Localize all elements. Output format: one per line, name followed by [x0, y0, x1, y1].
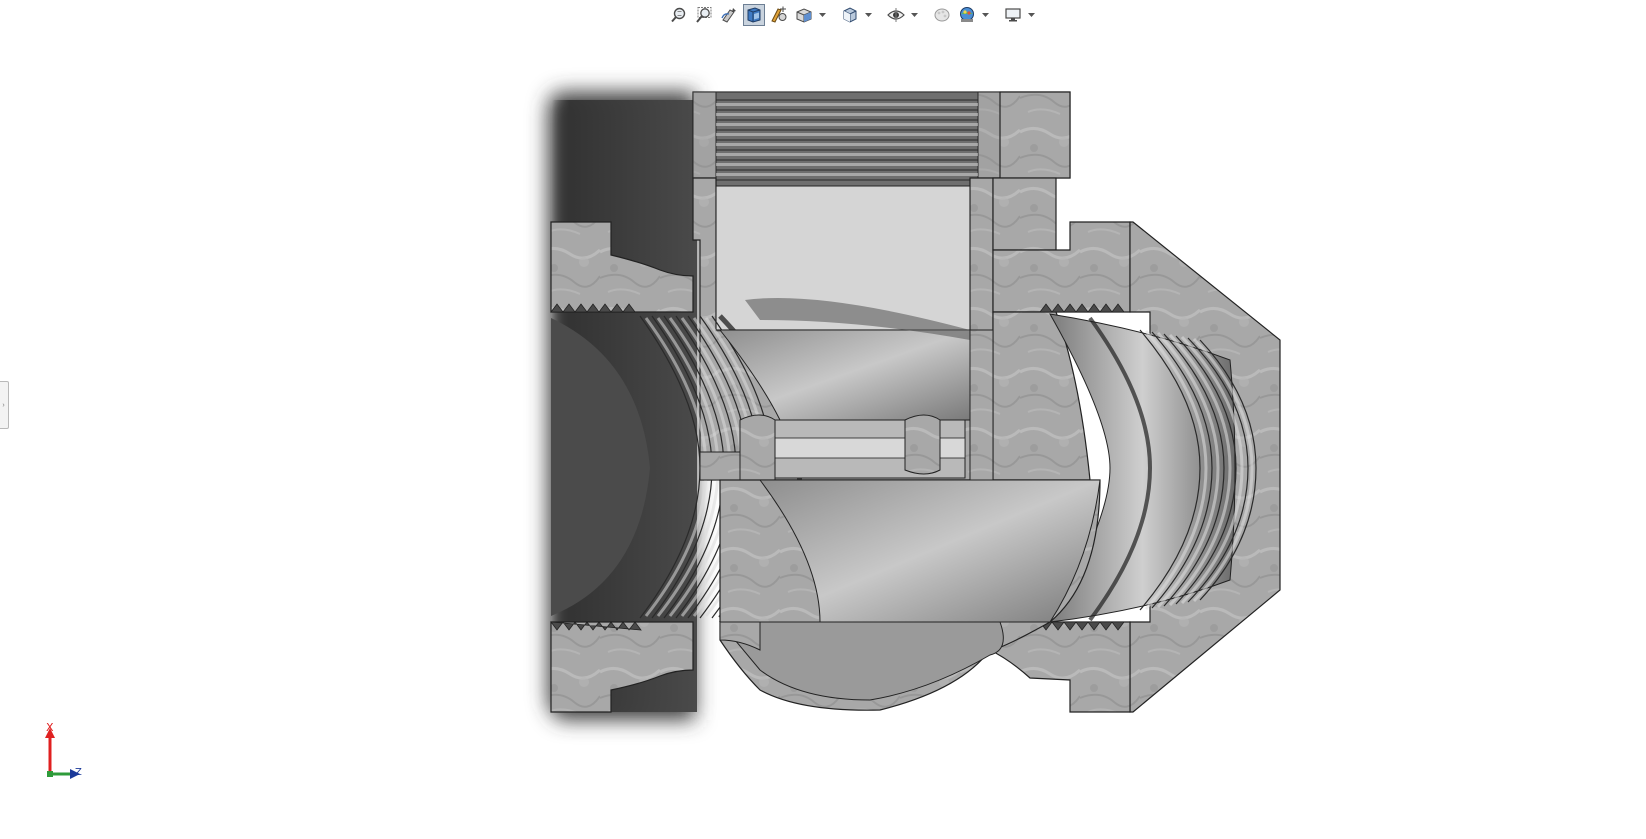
top-thread-rows — [715, 91, 979, 187]
display-style-button[interactable] — [839, 4, 861, 26]
chevron-down-icon — [911, 12, 918, 17]
zoom-to-area-icon — [696, 7, 712, 23]
chevron-down-icon — [819, 12, 826, 17]
edit-appearance-button[interactable] — [931, 4, 953, 26]
zoom-to-fit-button[interactable] — [668, 4, 690, 26]
expand-feature-manager-tab[interactable]: › — [0, 381, 9, 429]
graphics-area[interactable]: › X Z — [0, 0, 1646, 839]
valve-body-section-model[interactable] — [0, 0, 1646, 839]
triad-z-label: Z — [75, 767, 82, 778]
expand-panel-arrow-icon: › — [2, 401, 5, 409]
view-orientation-icon — [796, 8, 812, 23]
edit-appearance-icon — [934, 8, 950, 22]
chevron-down-icon — [865, 12, 872, 17]
view-orientation-button[interactable] — [793, 4, 815, 26]
previous-view-icon — [721, 8, 736, 23]
section-view-icon — [747, 7, 761, 23]
triad-x-label: X — [46, 721, 54, 734]
view-settings-monitor-icon — [1005, 8, 1021, 22]
top-threaded-boss — [692, 91, 1071, 187]
view-orientation-dropdown[interactable] — [818, 4, 827, 26]
dividing-wall — [969, 329, 994, 481]
reference-triad: X Z — [38, 718, 88, 780]
chevron-down-icon — [982, 12, 989, 17]
dynamic-annotation-icon — [771, 6, 787, 23]
hide-show-items-dropdown[interactable] — [910, 4, 919, 26]
apply-scene-button[interactable] — [956, 4, 978, 26]
display-style-dropdown[interactable] — [864, 4, 873, 26]
dynamic-annotation-views-button[interactable] — [768, 4, 790, 26]
view-settings-button[interactable] — [1002, 4, 1024, 26]
chevron-down-icon — [1028, 12, 1035, 17]
hide-show-eye-icon — [887, 8, 905, 22]
apply-scene-icon — [960, 7, 974, 22]
zoom-to-area-button[interactable] — [693, 4, 715, 26]
hide-show-items-button[interactable] — [885, 4, 907, 26]
display-style-icon — [843, 7, 857, 23]
seat-ring — [699, 414, 966, 485]
heads-up-view-toolbar — [668, 2, 1036, 28]
view-settings-dropdown[interactable] — [1027, 4, 1036, 26]
apply-scene-dropdown[interactable] — [981, 4, 990, 26]
previous-view-button[interactable] — [718, 4, 740, 26]
section-view-button[interactable] — [743, 4, 765, 26]
zoom-to-fit-icon — [671, 7, 686, 23]
